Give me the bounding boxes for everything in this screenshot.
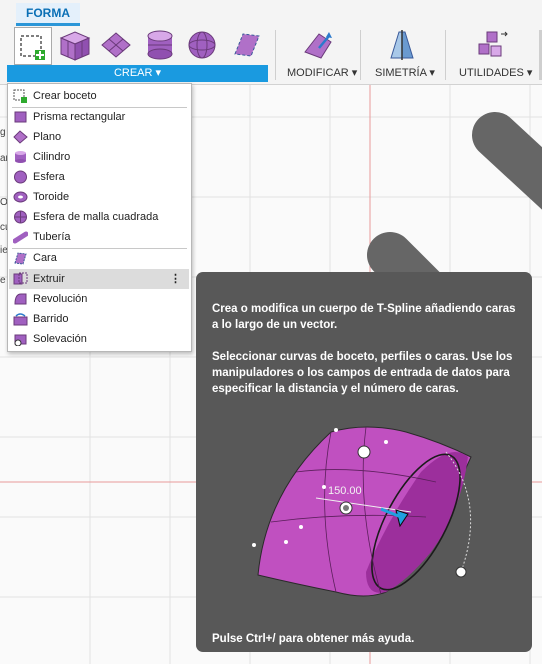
sphere-icon bbox=[188, 31, 216, 59]
torus-icon bbox=[13, 191, 28, 203]
tab-forma[interactable]: FORMA bbox=[16, 3, 80, 26]
box-icon bbox=[14, 111, 27, 123]
menu-item-cilindro[interactable]: Cilindro bbox=[9, 147, 189, 167]
plane-icon bbox=[13, 130, 28, 144]
cylinder-tool[interactable] bbox=[142, 27, 178, 63]
divider bbox=[275, 30, 276, 80]
menu-item-extruir[interactable]: Extruir ⋮ bbox=[9, 269, 189, 289]
browser-fragment: g bbox=[0, 127, 6, 138]
plane-tool[interactable] bbox=[98, 27, 134, 63]
tooltip-description: Crea o modifica un cuerpo de T-Spline añ… bbox=[212, 303, 516, 331]
plane-icon bbox=[101, 32, 131, 58]
extrude-preview-illustration: 150.00 bbox=[252, 426, 472, 597]
toolbar-ribbon: FORMA CREAR ▾ MODIFICAR ▾ SIMETRÍA ▾ UTI… bbox=[0, 0, 542, 85]
menu-item-revolucion[interactable]: Revolución bbox=[9, 289, 189, 309]
dimension-value: 150.00 bbox=[328, 485, 362, 497]
tooltip-footer: Pulse Ctrl+/ para obtener más ayuda. bbox=[212, 633, 415, 645]
menu-item-crear-boceto[interactable]: Crear boceto bbox=[9, 86, 189, 106]
tooltip-instructions: Seleccionar curvas de boceto, perfiles o… bbox=[212, 351, 513, 395]
quadball-icon bbox=[14, 210, 27, 224]
menu-item-esfera[interactable]: Esfera bbox=[9, 167, 189, 187]
symmetry-tool[interactable] bbox=[384, 27, 420, 63]
extrude-icon bbox=[13, 272, 28, 285]
crear-dropdown-menu: Crear boceto Prisma rectangular Plano Ci… bbox=[7, 83, 192, 352]
face-icon bbox=[234, 33, 260, 57]
box-icon bbox=[59, 31, 91, 61]
sweep-icon bbox=[13, 313, 28, 326]
create-sketch-tool[interactable] bbox=[14, 27, 52, 65]
simetria-menu-button[interactable]: SIMETRÍA ▾ bbox=[375, 66, 435, 81]
modify-icon bbox=[304, 32, 332, 59]
box-tool[interactable] bbox=[56, 27, 92, 63]
sphere-tool[interactable] bbox=[184, 27, 220, 63]
menu-item-solevacion[interactable]: Solevación bbox=[9, 329, 189, 349]
modify-tool[interactable] bbox=[300, 27, 336, 63]
browser-fragment: e bbox=[0, 275, 6, 286]
menu-item-esfera-malla[interactable]: Esfera de malla cuadrada bbox=[9, 207, 189, 227]
divider bbox=[445, 30, 446, 80]
cylinder-icon bbox=[15, 151, 26, 163]
sketch-icon bbox=[13, 89, 27, 103]
divider bbox=[360, 30, 361, 80]
menu-item-toroide[interactable]: Toroide bbox=[9, 187, 189, 207]
loft-icon bbox=[14, 334, 27, 346]
symmetry-icon bbox=[390, 30, 414, 60]
menu-item-tuberia[interactable]: Tubería bbox=[9, 227, 189, 247]
more-options-icon[interactable]: ⋮ bbox=[170, 269, 181, 289]
sphere-icon bbox=[14, 170, 27, 184]
revolve-icon bbox=[14, 293, 27, 305]
modificar-menu-button[interactable]: MODIFICAR ▾ bbox=[287, 66, 357, 81]
menu-item-cara[interactable]: Cara bbox=[9, 248, 189, 268]
pipe-icon bbox=[13, 231, 28, 244]
face-tool[interactable] bbox=[228, 27, 264, 63]
menu-item-plano[interactable]: Plano bbox=[9, 127, 189, 147]
utilities-icon bbox=[478, 31, 508, 57]
extrude-tooltip: Crea o modifica un cuerpo de T-Spline añ… bbox=[196, 272, 532, 652]
face-icon bbox=[14, 252, 27, 265]
cylinder-icon bbox=[147, 30, 173, 60]
menu-item-barrido[interactable]: Barrido bbox=[9, 309, 189, 329]
utilities-tool[interactable] bbox=[474, 27, 510, 63]
utilidades-menu-button[interactable]: UTILIDADES ▾ bbox=[459, 66, 532, 81]
crear-menu-button[interactable]: CREAR ▾ bbox=[7, 65, 268, 82]
menu-item-prisma-rectangular[interactable]: Prisma rectangular bbox=[9, 107, 189, 127]
sketch-icon bbox=[20, 35, 45, 60]
